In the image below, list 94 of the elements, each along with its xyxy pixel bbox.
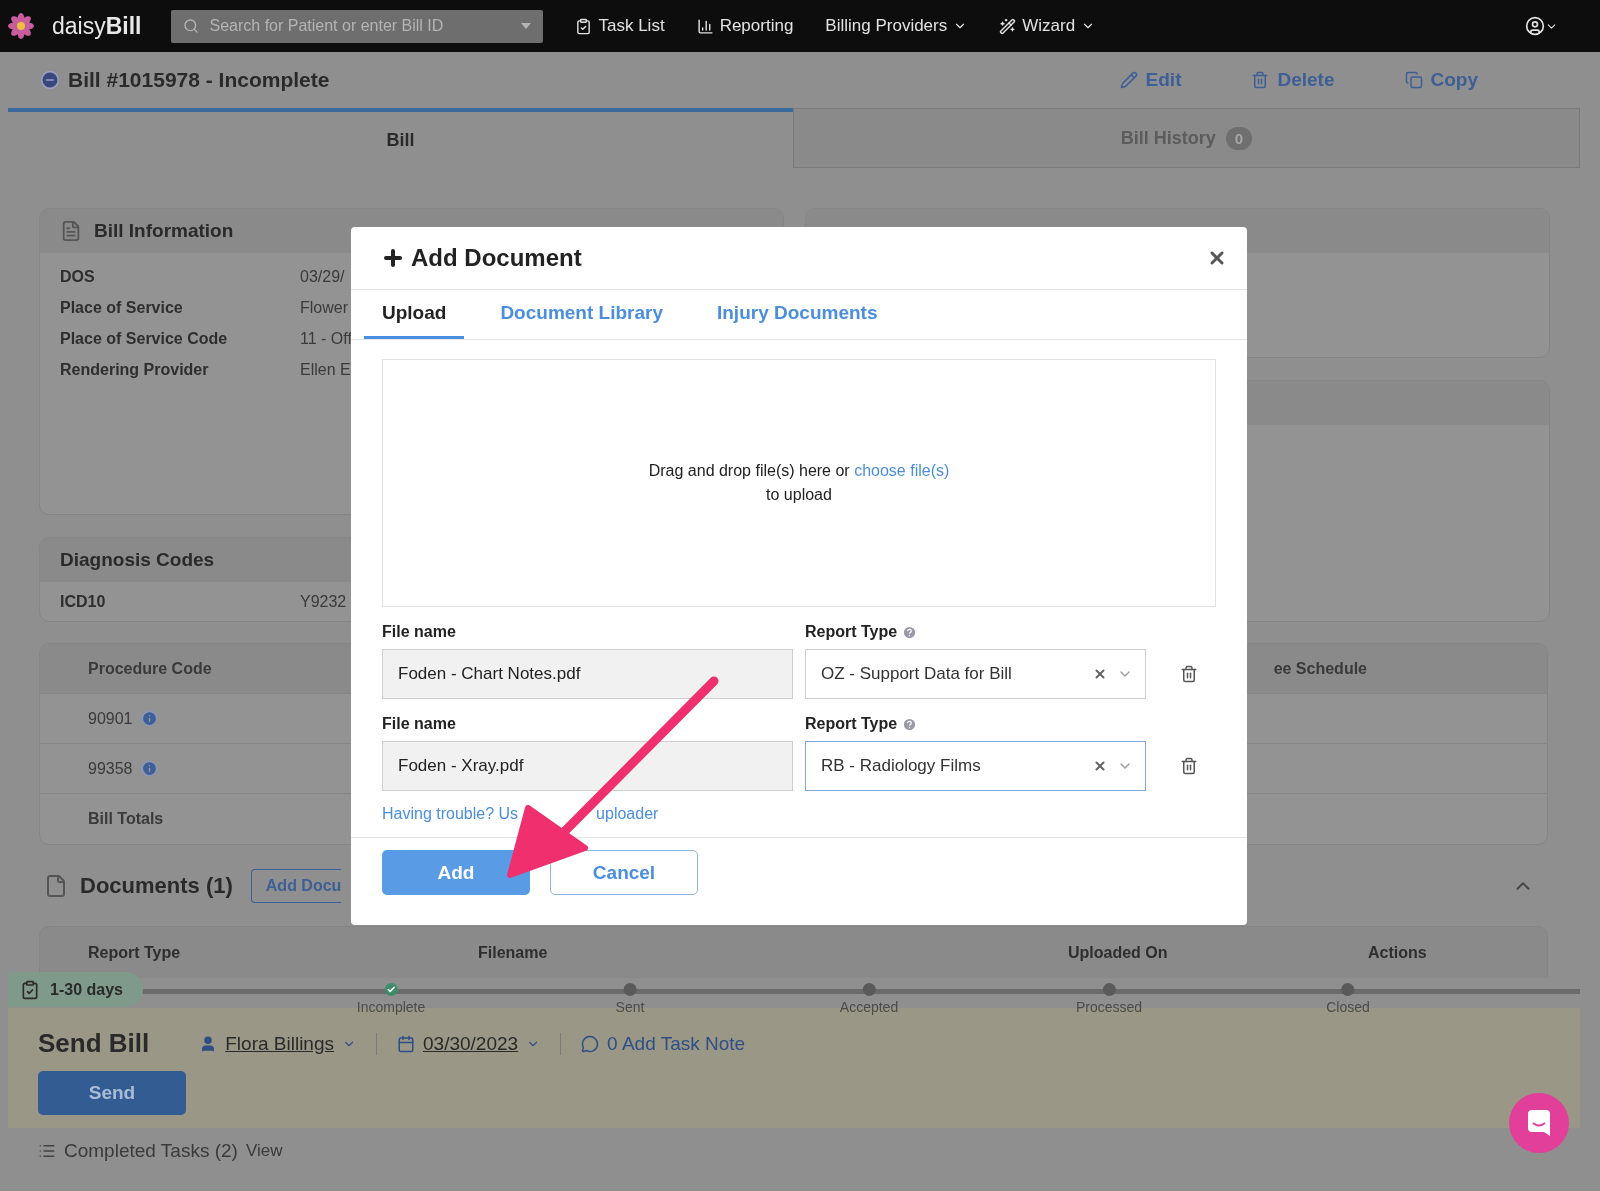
info-icon <box>140 710 158 727</box>
column-header: ee Schedule <box>1273 659 1367 678</box>
nav-link[interactable]: Reporting <box>696 16 794 36</box>
column-header: Actions <box>1368 943 1428 962</box>
action-link[interactable]: Delete <box>1251 69 1335 91</box>
send-button[interactable]: Send <box>38 1071 186 1115</box>
list-icon <box>38 1142 56 1160</box>
status-icon <box>40 70 60 90</box>
task-note-link[interactable]: 0 Add Task Note <box>581 1032 746 1055</box>
field-label: Place of Service <box>60 298 184 317</box>
tab[interactable]: Injury Documents <box>699 290 896 339</box>
completed-tasks: Completed Tasks (2) <box>64 1140 238 1162</box>
user-icon <box>1525 16 1545 36</box>
clear-icon[interactable] <box>1093 667 1107 681</box>
view-link[interactable]: View <box>245 1141 283 1161</box>
column-header: Procedure Code <box>88 659 212 678</box>
help-icon <box>902 624 918 640</box>
tab[interactable]: Document Library <box>482 290 681 339</box>
step-label: Sent <box>615 999 645 1015</box>
field-value: Y9232 <box>300 593 347 611</box>
search-icon <box>183 18 200 34</box>
field-label: DOS <box>60 267 96 286</box>
drop-text: Drag and drop file(s) here or choose file(s) <box>648 462 950 480</box>
caret-icon <box>521 23 532 29</box>
field-value: 03/29/ <box>300 267 345 286</box>
nav-link[interactable]: Billing Providers <box>825 16 968 36</box>
clipboard-icon <box>20 979 40 1000</box>
field-label: File name <box>382 714 457 734</box>
step-label: Accepted <box>839 999 899 1015</box>
add-button[interactable]: Add <box>382 850 530 895</box>
logo-icon <box>8 13 34 39</box>
action-link[interactable]: Copy <box>1404 69 1478 91</box>
field-value: Flower <box>300 298 348 317</box>
section-title: Documents (1) <box>80 873 233 899</box>
tab[interactable]: Upload <box>364 290 465 339</box>
delete-icon[interactable] <box>1180 665 1198 683</box>
field-label: Rendering Provider <box>60 360 210 379</box>
file-icon <box>44 874 68 898</box>
field-value: 11 - Off <box>300 329 352 348</box>
copy-icon <box>1404 71 1423 89</box>
field-label: File name <box>382 622 457 642</box>
assignee-dropdown[interactable]: Flora Billings <box>199 1032 356 1055</box>
choose-files-link[interactable]: choose file(s) <box>854 462 950 479</box>
delete-icon[interactable] <box>1180 757 1198 775</box>
add-document-button[interactable]: Add Docu <box>250 869 342 903</box>
help-link[interactable]: uploader <box>596 805 659 823</box>
brand-name: daisyBill <box>52 12 142 40</box>
action-link[interactable]: Edit <box>1119 69 1182 91</box>
speech-bubble-icon <box>581 1034 600 1053</box>
nav-link[interactable]: Wizard <box>999 16 1096 36</box>
step-label: Closed <box>1326 999 1370 1015</box>
step-label: Processed <box>1075 999 1143 1015</box>
nav-link[interactable]: Task List <box>575 16 665 36</box>
report-type-select[interactable]: RB - Radiology Films <box>805 741 1146 791</box>
card-title: Bill Information <box>94 220 234 242</box>
drop-text: to upload <box>766 486 832 504</box>
file-name-field[interactable]: Foden - Xray.pdf <box>382 741 793 791</box>
field-label: Place of Service Code <box>60 329 229 348</box>
field-label: Report Type <box>805 715 898 733</box>
column-header: Uploaded On <box>1068 943 1169 962</box>
table-cell: Bill Totals <box>88 810 164 828</box>
help-link[interactable]: Having trouble? Us <box>382 805 519 823</box>
field-value: Ellen E <box>300 360 351 379</box>
report-type-select[interactable]: OZ - Support Data for Bill <box>805 649 1146 699</box>
clear-icon[interactable] <box>1093 759 1107 773</box>
file-name-field[interactable]: Foden - Chart Notes.pdf <box>382 649 793 699</box>
plus-icon <box>381 246 405 270</box>
document-icon <box>60 220 82 242</box>
column-header: Filename <box>478 943 549 962</box>
account-menu[interactable] <box>1525 16 1558 36</box>
clipboard-icon <box>575 17 593 35</box>
step-label: Incomplete <box>356 999 426 1015</box>
pencil-icon <box>1119 71 1138 89</box>
table-cell: 99358 <box>88 759 133 778</box>
chat-button[interactable] <box>1509 1093 1569 1153</box>
help-icon <box>902 716 918 732</box>
age-badge: 1-30 days <box>8 972 143 1007</box>
info-icon <box>140 760 158 777</box>
drop-zone[interactable]: Drag and drop file(s) here or choose file(s) to upload <box>382 359 1216 607</box>
task-title: Send Bill <box>38 1028 150 1059</box>
dialog-title: Add Document <box>411 244 582 272</box>
date-dropdown[interactable]: 03/30/2023 <box>397 1032 541 1055</box>
bill-title: Bill #1015978 - Incomplete <box>68 68 330 92</box>
card-title: Diagnosis Codes <box>60 549 215 571</box>
search-field[interactable]: Search for Patient or enter Bill ID <box>171 9 544 43</box>
wand-icon <box>999 17 1017 35</box>
table-cell: 90901 <box>88 709 133 728</box>
cancel-button[interactable]: Cancel <box>550 850 698 895</box>
column-header: Report Type <box>88 943 182 962</box>
trash-icon <box>1251 71 1270 89</box>
field-label: ICD10 <box>60 593 107 611</box>
field-label: Report Type <box>805 623 898 641</box>
bar-chart-icon <box>696 17 714 35</box>
calendar-icon <box>397 1034 415 1053</box>
